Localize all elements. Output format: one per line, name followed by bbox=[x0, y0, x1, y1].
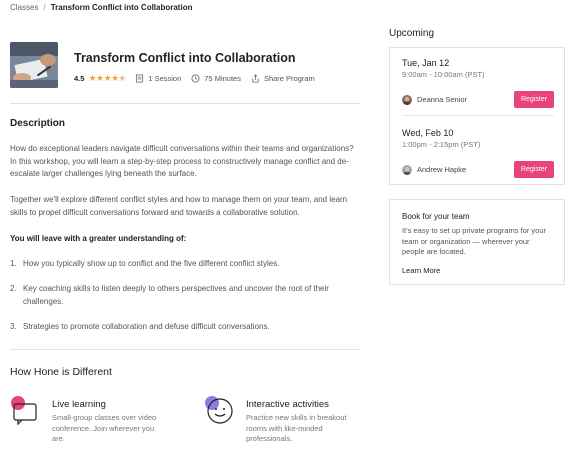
program-header: Transform Conflict into Collaboration 4.… bbox=[10, 42, 360, 90]
host-name: Deanna Senior bbox=[417, 95, 468, 104]
feature-live-learning: Live learning Small-group classes over v… bbox=[10, 394, 164, 445]
session-date: Wed, Feb 10 bbox=[402, 128, 454, 138]
learning-outcomes-heading: You will leave with a greater understand… bbox=[10, 234, 187, 243]
half-star-icon: ★ bbox=[118, 73, 127, 83]
breadcrumb-current: Transform Conflict into Collaboration bbox=[50, 3, 193, 12]
program-meta: 4.5 ★ ★ ★ ★ ★ 1 Session 75 Minutes Share… bbox=[74, 73, 325, 84]
list-number: 1. bbox=[10, 259, 17, 268]
divider bbox=[402, 115, 554, 116]
star-icon: ★ bbox=[111, 73, 119, 83]
sessions-label: 1 Session bbox=[148, 74, 182, 83]
list-text: How you typically show up to conflict an… bbox=[23, 259, 280, 268]
upcoming-sessions-card: Tue, Jan 12 9:00am - 10:00am (PST) Deann… bbox=[389, 47, 565, 185]
list-number: 3. bbox=[10, 322, 17, 331]
smiley-icon bbox=[204, 394, 234, 426]
register-button[interactable]: Register bbox=[514, 91, 554, 108]
document-icon bbox=[136, 74, 144, 83]
hone-heading: How Hone is Different bbox=[10, 366, 112, 378]
host-name: Andrew Hapke bbox=[417, 165, 467, 174]
avatar bbox=[402, 94, 412, 105]
session-date: Tue, Jan 12 bbox=[402, 58, 450, 68]
duration: 75 Minutes bbox=[191, 74, 241, 83]
breadcrumb-separator: / bbox=[43, 3, 46, 12]
video-chat-icon bbox=[10, 394, 40, 426]
session-time: 1:00pm - 2:15pm (PST) bbox=[402, 140, 481, 149]
session-host: Deanna Senior bbox=[402, 94, 468, 105]
list-text: Key coaching skills to listen deeply to … bbox=[23, 284, 329, 306]
list-text: Strategies to promote collaboration and … bbox=[23, 322, 270, 331]
upcoming-heading: Upcoming bbox=[389, 28, 435, 39]
clock-icon bbox=[191, 74, 200, 83]
share-label: Share Program bbox=[263, 74, 315, 83]
breadcrumb-classes-link[interactable]: Classes bbox=[10, 3, 38, 12]
star-icon: ★ bbox=[96, 73, 104, 83]
session-item: Tue, Jan 12 9:00am - 10:00am (PST) Deann… bbox=[402, 58, 554, 108]
rating-value: 4.5 bbox=[74, 74, 85, 83]
program-thumbnail bbox=[10, 42, 58, 88]
list-item: 1. How you typically show up to conflict… bbox=[10, 258, 365, 271]
register-button[interactable]: Register bbox=[514, 161, 554, 178]
program-title: Transform Conflict into Collaboration bbox=[74, 51, 296, 65]
description-paragraph-2: Together we'll explore different conflic… bbox=[10, 195, 348, 217]
feature-title: Interactive activities bbox=[246, 399, 329, 410]
avatar bbox=[402, 164, 412, 175]
team-card-title: Book for your team bbox=[402, 212, 470, 221]
share-icon bbox=[252, 74, 259, 83]
divider bbox=[10, 103, 360, 104]
star-icon: ★ bbox=[88, 73, 97, 83]
session-item: Wed, Feb 10 1:00pm - 2:15pm (PST) Andrew… bbox=[402, 128, 554, 178]
feature-description: Small-group classes over video conferenc… bbox=[52, 413, 157, 443]
list-item: 2. Key coaching skills to listen deeply … bbox=[10, 283, 365, 308]
feature-interactive-activities: Interactive activities Practice new skil… bbox=[204, 394, 358, 445]
sessions-count: 1 Session bbox=[135, 74, 181, 83]
star-icon: ★ bbox=[103, 73, 112, 83]
feature-description: Practice new skills in breakout rooms wi… bbox=[246, 413, 347, 443]
description-heading: Description bbox=[10, 118, 66, 129]
session-host: Andrew Hapke bbox=[402, 164, 467, 175]
description-paragraph-1: How do exceptional leaders navigate diff… bbox=[10, 144, 354, 178]
learn-more-link[interactable]: Learn More bbox=[402, 266, 552, 275]
list-number: 2. bbox=[10, 284, 17, 293]
duration-label: 75 Minutes bbox=[204, 74, 241, 83]
feature-title: Live learning bbox=[52, 399, 106, 410]
session-time: 9:00am - 10:00am (PST) bbox=[402, 70, 485, 79]
share-program-button[interactable]: Share Program bbox=[251, 74, 315, 83]
team-card-description: It's easy to set up private programs for… bbox=[402, 226, 546, 256]
list-item: 3. Strategies to promote collaboration a… bbox=[10, 321, 365, 334]
breadcrumb: Classes / Transform Conflict into Collab… bbox=[10, 3, 192, 12]
book-for-team-card: Book for your team It's easy to set up p… bbox=[389, 199, 565, 285]
rating-stars: ★ ★ ★ ★ ★ bbox=[88, 73, 126, 84]
divider bbox=[10, 349, 360, 350]
